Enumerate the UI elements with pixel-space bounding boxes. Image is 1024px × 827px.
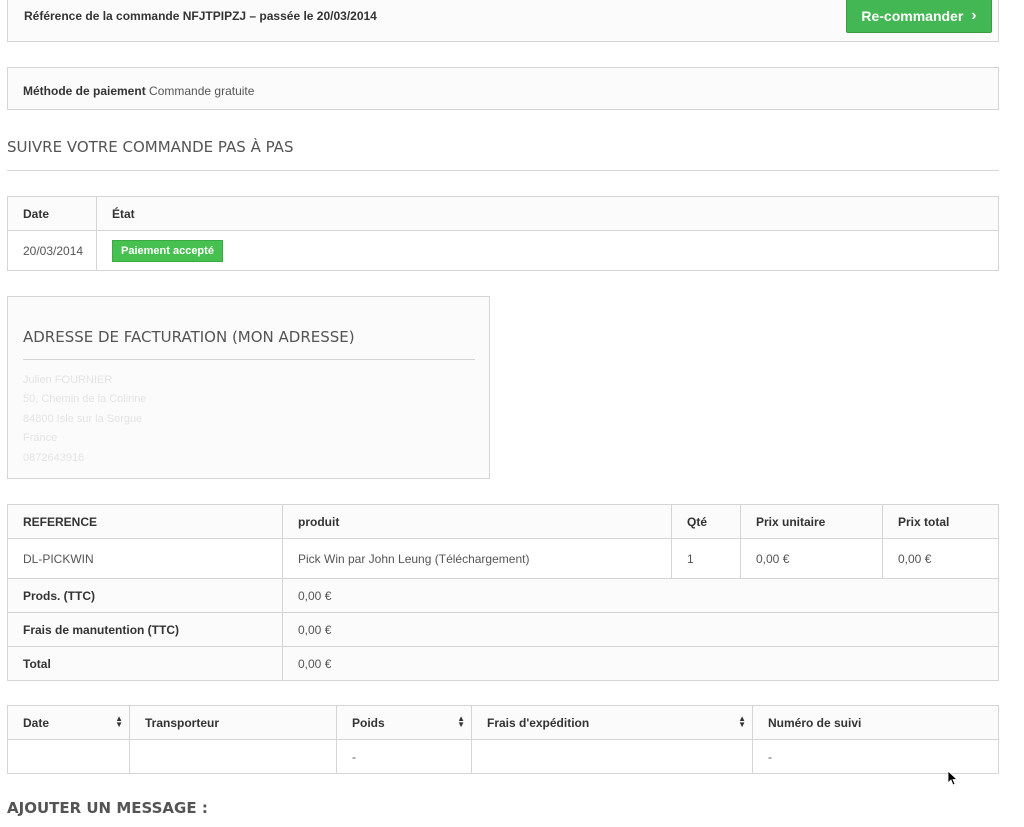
header-ship-date-label: Date xyxy=(23,715,50,730)
summary-value: 0,00 € xyxy=(282,646,999,681)
reorder-button[interactable]: Re-commander › xyxy=(846,0,992,33)
table-row: - - xyxy=(7,739,999,774)
header-weight[interactable]: Poids ▲ ▼ xyxy=(336,705,472,740)
status-date: 20/03/2014 xyxy=(7,230,97,271)
order-status-table: Date État 20/03/2014 Paiement accepté xyxy=(7,196,999,271)
summary-row: Prods. (TTC) 0,00 € xyxy=(7,578,999,613)
billing-address-box: ADRESSE DE FACTURATION (MON ADRESSE) Jul… xyxy=(7,296,490,479)
products-table: REFERENCE produit Qté Prix unitaire Prix… xyxy=(7,504,999,681)
product-unit-price: 0,00 € xyxy=(740,538,883,579)
add-message-title: AJOUTER UN MESSAGE : xyxy=(7,799,208,817)
order-reference-box: Référence de la commande NFJTPIPZJ – pas… xyxy=(7,0,999,42)
header-qty: Qté xyxy=(671,504,741,539)
tracking-title: SUIVRE VOTRE COMMANDE PAS À PAS xyxy=(7,138,294,156)
sort-icon[interactable]: ▲ ▼ xyxy=(115,715,123,729)
product-qty: 1 xyxy=(671,538,741,579)
header-shipping-cost[interactable]: Frais d'expédition ▲ ▼ xyxy=(471,705,753,740)
payment-method-label: Méthode de paiement xyxy=(23,84,146,98)
product-total-price: 0,00 € xyxy=(882,538,999,579)
table-row: 20/03/2014 Paiement accepté xyxy=(7,230,999,271)
header-date: Date xyxy=(7,196,97,231)
payment-method-value: Commande gratuite xyxy=(149,84,255,98)
reorder-button-label: Re-commander xyxy=(861,7,964,24)
summary-row: Frais de manutention (TTC) 0,00 € xyxy=(7,612,999,647)
table-header-row: Date État xyxy=(7,196,999,231)
header-tracking-number: Numéro de suivi xyxy=(752,705,999,740)
address-name: Julien FOURNIER xyxy=(23,374,113,386)
address-phone: 0872643916 xyxy=(23,452,85,464)
sort-icon[interactable]: ▲ ▼ xyxy=(457,715,465,729)
billing-address-divider xyxy=(23,359,475,360)
header-total-price: Prix total xyxy=(882,504,999,539)
billing-address-title: ADRESSE DE FACTURATION (MON ADRESSE) xyxy=(23,328,355,346)
ship-carrier xyxy=(129,739,337,774)
summary-label: Frais de manutention (TTC) xyxy=(7,612,283,647)
summary-value: 0,00 € xyxy=(282,578,999,613)
header-carrier: Transporteur xyxy=(129,705,337,740)
product-reference: DL-PICKWIN xyxy=(7,538,283,579)
status-cell: Paiement accepté xyxy=(96,230,999,271)
summary-label: Total xyxy=(7,646,283,681)
header-reference: REFERENCE xyxy=(7,504,283,539)
chevron-right-icon: › xyxy=(971,6,977,24)
summary-value: 0,00 € xyxy=(282,612,999,647)
tracking-divider xyxy=(7,170,999,171)
payment-method-box: Méthode de paiement Commande gratuite xyxy=(7,67,999,110)
ship-date xyxy=(7,739,130,774)
header-shipping-cost-label: Frais d'expédition xyxy=(487,715,590,730)
header-weight-label: Poids xyxy=(352,715,385,730)
sort-icon[interactable]: ▲ ▼ xyxy=(738,715,746,729)
header-ship-date[interactable]: Date ▲ ▼ xyxy=(7,705,130,740)
ship-cost xyxy=(471,739,753,774)
summary-row: Total 0,00 € xyxy=(7,646,999,681)
header-status: État xyxy=(96,196,999,231)
status-badge: Paiement accepté xyxy=(112,239,223,262)
table-row: DL-PICKWIN Pick Win par John Leung (Télé… xyxy=(7,538,999,579)
ship-tracking-number: - xyxy=(752,739,999,774)
header-unit-price: Prix unitaire xyxy=(740,504,883,539)
table-header-row: Date ▲ ▼ Transporteur Poids ▲ ▼ Frais d'ex… xyxy=(7,705,999,740)
ship-weight: - xyxy=(336,739,472,774)
product-name: Pick Win par John Leung (Téléchargement) xyxy=(282,538,672,579)
order-reference: Référence de la commande NFJTPIPZJ – pas… xyxy=(24,9,377,23)
address-city: 84800 Isle sur la Sorgue xyxy=(23,413,143,425)
address-street: 50, Chemin de la Colinne xyxy=(23,393,147,405)
shipping-table: Date ▲ ▼ Transporteur Poids ▲ ▼ Frais d'ex… xyxy=(7,705,999,774)
mouse-cursor-icon xyxy=(948,771,958,786)
table-header-row: REFERENCE produit Qté Prix unitaire Prix… xyxy=(7,504,999,539)
header-product: produit xyxy=(282,504,672,539)
address-country: France xyxy=(23,432,58,444)
summary-label: Prods. (TTC) xyxy=(7,578,283,613)
